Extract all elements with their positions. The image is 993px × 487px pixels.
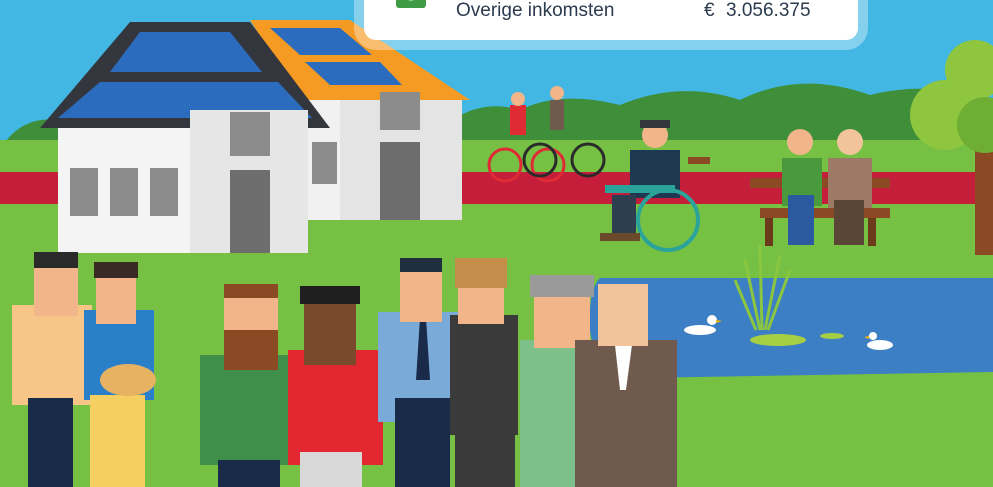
cyclist-2: [550, 100, 564, 130]
cyclist-1-head: [511, 92, 525, 106]
lily-pad: [750, 334, 806, 346]
currency-symbol: €: [704, 0, 715, 21]
income-card: Overige inkomsten € 3.056.375: [364, 0, 858, 40]
money-icon: [396, 0, 426, 8]
income-amount: 3.056.375: [726, 0, 811, 21]
lily-pad: [820, 333, 844, 339]
cyclist-1: [510, 105, 526, 135]
scene-drawing: [0, 20, 993, 487]
illustration-scene: Overige inkomsten € 3.056.375: [0, 0, 993, 487]
income-label: Overige inkomsten: [456, 0, 615, 21]
cyclist-2-head: [550, 86, 564, 100]
